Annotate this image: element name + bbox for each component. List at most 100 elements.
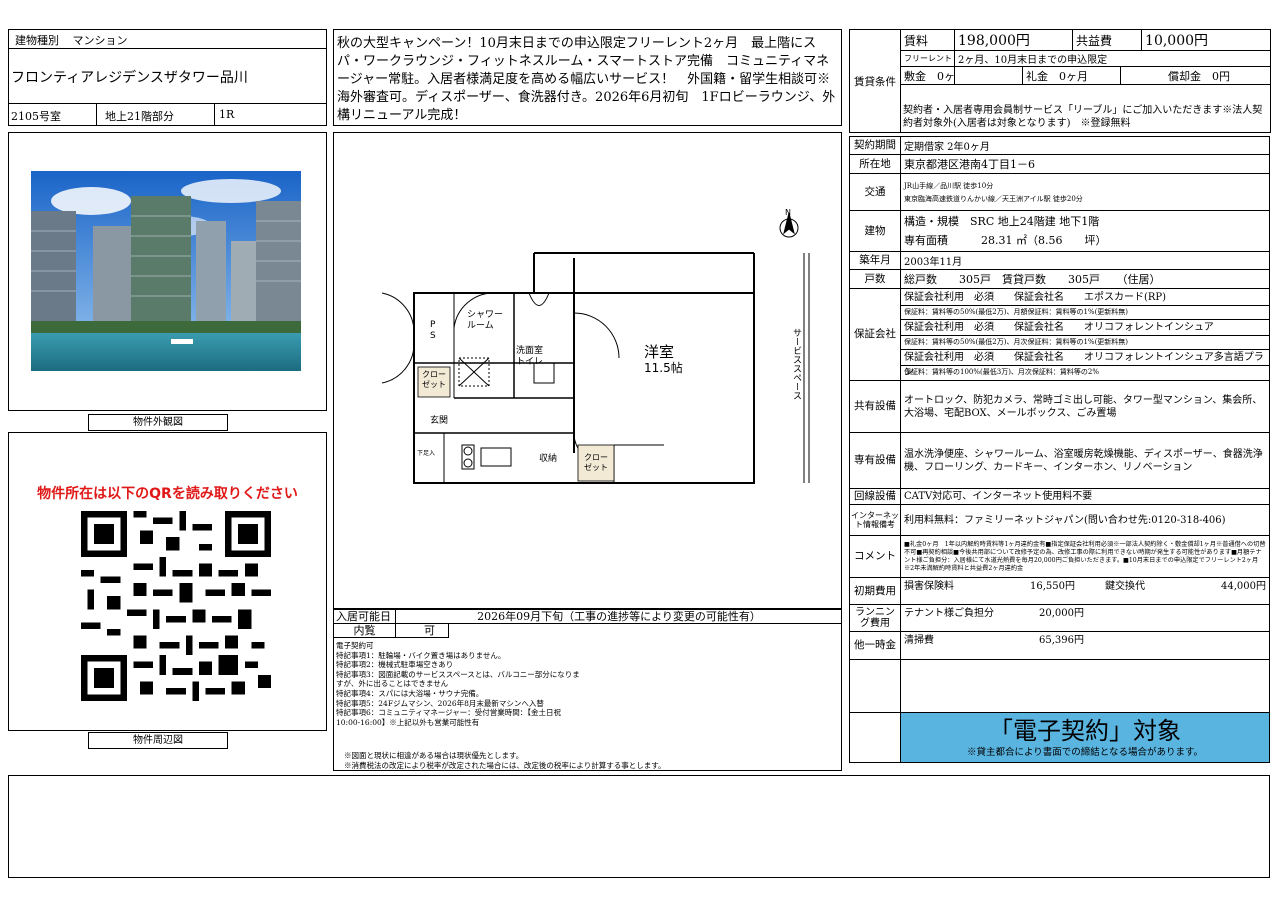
private-facilities: 温水洗浄便座、シャワールーム、浴室暖房乾燥機能、ディスポーザー、食器洗浄機、フロ… xyxy=(900,432,1270,489)
room-number: 2105号室 xyxy=(9,104,97,125)
guarantee-label: 保証会社 xyxy=(849,288,901,381)
service-space-label: サービススペース xyxy=(791,328,801,400)
transport-line: 東京臨海高速鉄道りんかい線／天王洲アイル駅 徒歩20分 xyxy=(904,195,1083,203)
structure: 構造・規模 SRC 地上24階建 地下1階 xyxy=(904,215,1100,228)
room-size: 11.5帖 xyxy=(644,361,683,375)
floorplan-drawing xyxy=(381,212,810,484)
surroundings-caption: 物件周辺図 xyxy=(88,732,228,749)
line-facilities: CATV対応可、インターネット使用料不要 xyxy=(900,488,1270,505)
campaign-box: 秋の大型キャンペーン！10月末日までの申込限定フリーレント2ヶ月 最上階にスパ・… xyxy=(333,29,842,126)
transport-line: JR山手線／品川駅 徒歩10分 xyxy=(904,182,994,191)
line-facilities-label: 回線設備 xyxy=(849,488,901,505)
built-label: 築年月 xyxy=(849,251,901,270)
internet-info: 利用料無料：ファミリーネットジャパン(問い合わせ先:0120-318-406) xyxy=(900,504,1270,536)
units-label: 戸数 xyxy=(849,269,901,289)
movein-value: 2026年09月下旬（工事の進捗等により変更の可能性有） xyxy=(477,610,761,623)
remark-line: 特記事項3：図面記載のサービススペースとは、バルコニー部分になりますが、外に出る… xyxy=(336,669,580,689)
key-money-label: 礼金 xyxy=(1026,69,1048,83)
ps-label: P S xyxy=(430,320,436,341)
running-cost-label: ランニング費用 xyxy=(849,604,901,632)
free-rent-value: 2ヶ月、10月末日までの申込限定 xyxy=(953,50,1272,67)
qr-panel: 物件所在は以下のQRを読み取りください xyxy=(8,432,327,731)
property-header: 建物種別 マンション フロンティアレジデンスザタワー品川 2105号室 地上21… xyxy=(8,29,327,126)
guarantee-sub: 保証料：賃料等の50%(最低2万)、月次保証料：賃料等の1%(更新料無) xyxy=(901,336,1269,350)
unit-count: 総戸数 305戸 賃貸戸数 305戸 （住居） xyxy=(900,269,1270,289)
exterior-photo xyxy=(31,171,301,371)
room-layout: 1R xyxy=(219,108,235,121)
rent-label: 賃料 xyxy=(900,29,955,51)
remarks-list: 電子契約可 特記事項1：駐輪場・バイク置き場はありません。 特記事項2：機械式駐… xyxy=(336,641,581,727)
remark-line: 電子契約可 xyxy=(336,641,374,650)
initial-cost-label: 初期費用 xyxy=(849,577,901,605)
entrance-label: 玄関 xyxy=(430,416,449,426)
floorplan-panel: N 洋室 11.5帖 シャワー ルーム 洗面室 トイレ P S クロー ゼット … xyxy=(333,132,842,609)
amortization-label: 償却金 xyxy=(1168,69,1202,83)
location: 東京都港区港南4丁目1－6 xyxy=(900,154,1270,174)
guarantee-main: 保証会社利用 必須 保証会社名 オリコフォレントインシュア xyxy=(901,320,1269,336)
building-type-label: 建物種別 xyxy=(15,34,59,47)
fee-table: 賃貸条件 賃料 198,000円 共益費 10,000円 フリーレント 2ヶ月、… xyxy=(849,29,1272,133)
qr-heading: 物件所在は以下のQRを読み取りください xyxy=(37,486,298,502)
cost-name: 清掃費 xyxy=(904,635,934,646)
cost-value: 44,000円 xyxy=(1221,581,1266,592)
guarantee-main: 保証会社利用 必須 保証会社名 エポスカード(RP) xyxy=(901,290,1269,306)
movein-label: 入居可能日 xyxy=(334,610,396,624)
shared-facilities: オートロック、防犯カメラ、常時ゴミ出し可能、タワー型マンション、集会所、大浴場、… xyxy=(900,380,1270,433)
econtract-banner: 「電子契約」対象 ※貸主都合により書面での締結となる場合があります。 xyxy=(900,712,1270,763)
remark-line: 特記事項4：スパには大浴場・サウナ完備。 xyxy=(336,688,484,698)
movein-notes-panel: 入居可能日 2026年09月下旬（工事の進捗等により変更の可能性有） 内覧 可 … xyxy=(333,609,842,771)
transport-label: 交通 xyxy=(849,173,901,211)
remark-line: 特記事項1：駐輪場・バイク置き場はありません。 xyxy=(336,650,506,660)
common-fee-label: 共益費 xyxy=(1072,29,1143,51)
building-type-row: 建物種別 マンション xyxy=(9,30,326,49)
qr-code-image xyxy=(81,511,271,701)
cost-value: 65,396円 xyxy=(1039,635,1084,646)
campaign-text: 秋の大型キャンペーン！10月末日までの申込限定フリーレント2ヶ月 最上階にスパ・… xyxy=(337,36,836,123)
deposit-value: 0ヶ月 xyxy=(937,69,955,83)
guarantee-sub: 保証料：賃料等の50%(最低2万)、月額保証料：賃料等の1%(更新料無) xyxy=(901,306,1269,320)
exterior-caption: 物件外観図 xyxy=(88,414,228,431)
closet-left-label: クロー ゼット xyxy=(422,370,446,389)
exterior-panel xyxy=(8,132,327,411)
viewing-row: 内覧 可 xyxy=(334,624,449,638)
shoe-label: 下足入 xyxy=(417,450,436,457)
washroom-label: 洗面室 トイレ xyxy=(516,346,544,367)
floor-area: 専有面積 28.31 ㎡（8.56 坪） xyxy=(904,234,1107,247)
remark-line: 特記事項6：コミュニティマネージャー：受付営業時間：【金土日祝 10:00-16… xyxy=(336,708,569,727)
footnote-2: ※消費税法の改定により税率が改定された場合には、改定後の税率により計算する事とし… xyxy=(344,761,666,770)
movein-row: 入居可能日 2026年09月下旬（工事の進捗等により変更の可能性有） xyxy=(334,610,841,624)
contract-period-label: 契約期間 xyxy=(849,136,901,155)
amortization-value: 0円 xyxy=(1212,69,1231,83)
econtract-note: ※貸主都合により書面での締結となる場合があります。 xyxy=(966,746,1204,758)
viewing-value: 可 xyxy=(424,624,435,637)
rental-conditions-label: 賃貸条件 xyxy=(849,29,901,133)
cost-name: テナント様ご負担分 xyxy=(904,608,994,619)
rent-value: 198,000円 xyxy=(953,29,1074,51)
building-type: マンション xyxy=(72,34,128,47)
comment-label: コメント xyxy=(849,535,901,578)
cost-name: 鍵交換代 xyxy=(1105,581,1145,592)
viewing-label: 内覧 xyxy=(334,624,396,637)
property-name: フロンティアレジデンスザタワー品川 xyxy=(9,49,326,104)
location-label: 所在地 xyxy=(849,154,901,174)
comment: ■礼金0ヶ月 1年以内解約時賃料等1ヶ月違約金有■指定保証会社利用必須※一部法人… xyxy=(900,535,1270,578)
north-label: N xyxy=(785,208,791,217)
cost-name: 損害保険料 xyxy=(904,581,954,592)
details-table: 契約期間 定期借家 2年0ヶ月 所在地 東京都港区港南4丁目1－6 交通 JR山手線… xyxy=(849,136,1270,763)
closet-bottom-label: クロー ゼット xyxy=(584,453,608,472)
deposit-label: 敷金 xyxy=(904,69,926,83)
floor-info: 地上21階部分 xyxy=(97,104,215,125)
shared-facilities-label: 共有設備 xyxy=(849,380,901,433)
storage-label: 収納 xyxy=(539,454,558,464)
other-onetime-label: 他一時金 xyxy=(849,631,901,660)
internet-label: インターネット情報備考 xyxy=(849,504,901,536)
contract-period: 定期借家 2年0ヶ月 xyxy=(900,136,1270,155)
econtract-title: 「電子契約」対象 xyxy=(989,716,1181,745)
built-date: 2003年11月 xyxy=(900,251,1270,270)
guarantee-sub: 保証料：賃料等の100%(最低3万)、月次保証料：賃料等の2% xyxy=(904,367,1100,376)
free-rent-label: フリーレント xyxy=(900,50,955,67)
remark-line: 特記事項2：機械式駐車場空きあり xyxy=(336,660,454,670)
common-fee-value: 10,000円 xyxy=(1141,29,1272,51)
remark-line: 特記事項5：24Fジムマシン、2026年8月末最新マシンへ入替 xyxy=(336,698,544,708)
guarantee-main: 保証会社利用 必須 保証会社名 オリコフォレントインシュア多言語プラン xyxy=(901,350,1269,378)
